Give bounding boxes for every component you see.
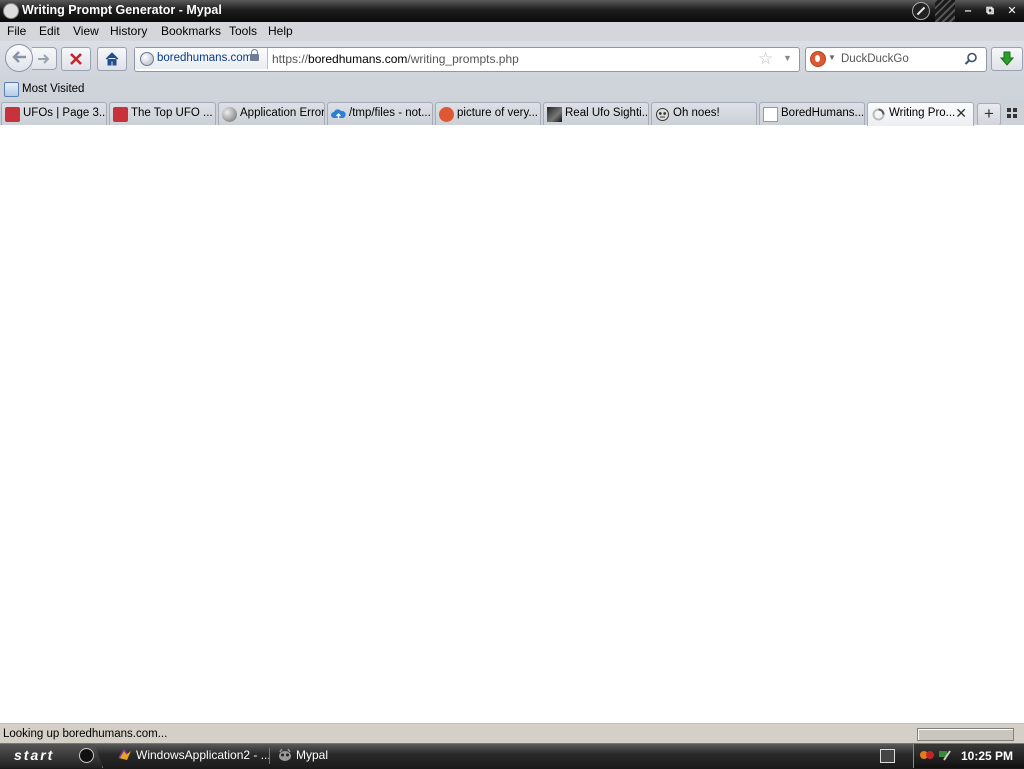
taskbar-separator — [269, 748, 270, 764]
stop-x-icon — [70, 53, 82, 65]
tab-picture-of-very[interactable]: picture of very... — [435, 102, 541, 125]
tab-real-ufo-sightings[interactable]: Real Ufo Sighti... — [543, 102, 649, 125]
alien-icon — [655, 107, 670, 122]
loading-progress-meter — [917, 728, 1014, 741]
home-button[interactable] — [97, 47, 127, 71]
tab-label: Writing Pro... — [889, 107, 956, 119]
status-bar: Looking up boredhumans.com... — [0, 723, 1024, 744]
network-status-icon[interactable] — [938, 748, 952, 762]
status-text: Looking up boredhumans.com... — [3, 728, 168, 740]
search-icon[interactable] — [964, 52, 978, 69]
globe-icon — [140, 52, 154, 66]
menu-history[interactable]: History — [110, 24, 147, 38]
engine-dropdown-icon[interactable]: ▼ — [828, 53, 836, 62]
site-identity-button[interactable]: boredhumans.com — [135, 48, 268, 69]
window-title: Writing Prompt Generator - Mypal — [22, 3, 222, 17]
taskbar-item-windowsapplication2[interactable]: WindowsApplication2 - ... — [114, 745, 271, 766]
url-scheme: https:// — [272, 52, 309, 66]
tab-top-ufo[interactable]: The Top UFO ... — [109, 102, 216, 125]
menu-tools[interactable]: Tools — [229, 24, 257, 38]
identity-host: boredhumans.com — [157, 52, 253, 64]
tab-ufos-page-3[interactable]: UFOs | Page 3... — [1, 102, 107, 125]
menu-bookmarks[interactable]: Bookmarks — [161, 24, 221, 38]
theme-orb-icon — [912, 2, 930, 20]
bookmarks-toolbar — [0, 79, 1024, 100]
title-bar[interactable]: Writing Prompt Generator - Mypal ‒ ⧉ ✕ — [0, 0, 1024, 23]
download-arrow-icon — [1000, 51, 1014, 66]
menu-help[interactable]: Help — [268, 24, 293, 38]
menu-view[interactable]: View — [73, 24, 99, 38]
task-label: Mypal — [296, 748, 329, 762]
forward-button[interactable] — [32, 47, 57, 70]
loading-spinner-icon — [871, 107, 886, 122]
new-tab-button[interactable]: + — [977, 103, 1001, 126]
red-bookmark-icon — [113, 107, 128, 122]
most-visited-folder-icon[interactable] — [4, 82, 19, 97]
duckduckgo-engine-icon[interactable] — [810, 51, 826, 67]
most-visited-bookmark[interactable]: Most Visited — [22, 83, 84, 95]
url-host: boredhumans.com — [308, 52, 408, 66]
home-icon — [105, 52, 119, 66]
tab-tmp-files[interactable]: /tmp/files - not... — [327, 102, 433, 125]
start-orb-icon — [79, 748, 94, 763]
lock-icon — [250, 49, 259, 61]
tab-label: picture of very... — [457, 107, 538, 119]
duckduckgo-icon — [439, 107, 454, 122]
url-history-dropdown-icon[interactable]: ▼ — [783, 53, 792, 63]
keyboard-layout-icon[interactable] — [880, 749, 895, 763]
mypal-app-icon[interactable] — [3, 3, 19, 19]
tab-label: /tmp/files - not... — [349, 107, 431, 119]
tab-label: UFOs | Page 3... — [23, 107, 107, 119]
photo-thumbnail-icon — [547, 107, 562, 122]
cloud-upload-icon — [331, 107, 346, 122]
site-logo-icon — [763, 107, 778, 122]
menu-edit[interactable]: Edit — [39, 24, 60, 38]
url-text[interactable]: https://boredhumans.com/writing_prompts.… — [272, 52, 519, 66]
tab-oh-noes[interactable]: Oh noes! — [651, 102, 757, 125]
tab-writing-prompts[interactable]: Writing Pro... ✕ — [867, 102, 974, 126]
bookmark-star-icon[interactable]: ☆ — [758, 50, 773, 67]
page-content-area[interactable] — [0, 125, 1024, 723]
restore-button[interactable]: ⧉ — [980, 2, 1000, 20]
mypal-icon — [278, 748, 292, 762]
menu-file[interactable]: File — [7, 24, 26, 38]
back-button[interactable] — [5, 44, 33, 72]
forward-arrow-icon — [38, 54, 50, 64]
close-tab-button[interactable]: ✕ — [955, 105, 967, 122]
tray-app-icon[interactable] — [920, 749, 935, 761]
red-bookmark-icon — [5, 107, 20, 122]
visual-studio-icon — [118, 748, 132, 762]
titlebar-decoration — [935, 0, 955, 22]
start-label[interactable]: start — [14, 747, 54, 763]
back-arrow-icon — [12, 51, 26, 63]
tab-label: Application Error — [240, 107, 325, 119]
url-path: /writing_prompts.php — [407, 52, 519, 66]
globe-icon — [222, 107, 237, 122]
tab-label: The Top UFO ... — [131, 107, 213, 119]
downloads-button[interactable] — [991, 47, 1023, 71]
taskbar-clock[interactable]: 10:25 PM — [961, 749, 1013, 763]
tab-label: Oh noes! — [673, 107, 720, 119]
tab-boredhumans[interactable]: BoredHumans.... — [759, 102, 865, 125]
stop-button[interactable] — [61, 47, 91, 71]
minimize-button[interactable]: ‒ — [958, 2, 978, 20]
list-all-tabs-icon[interactable] — [1006, 107, 1018, 122]
taskbar-item-mypal[interactable]: Mypal — [274, 745, 394, 766]
close-window-button[interactable]: ✕ — [1002, 2, 1022, 20]
task-label: WindowsApplication2 - ... — [136, 748, 271, 762]
tab-application-error[interactable]: Application Error — [218, 102, 325, 125]
tab-label: Real Ufo Sighti... — [565, 107, 649, 119]
tab-label: BoredHumans.... — [781, 107, 865, 119]
search-input[interactable]: DuckDuckGo — [841, 53, 909, 65]
menu-bar: File Edit View History Bookmarks Tools H… — [0, 22, 1024, 41]
